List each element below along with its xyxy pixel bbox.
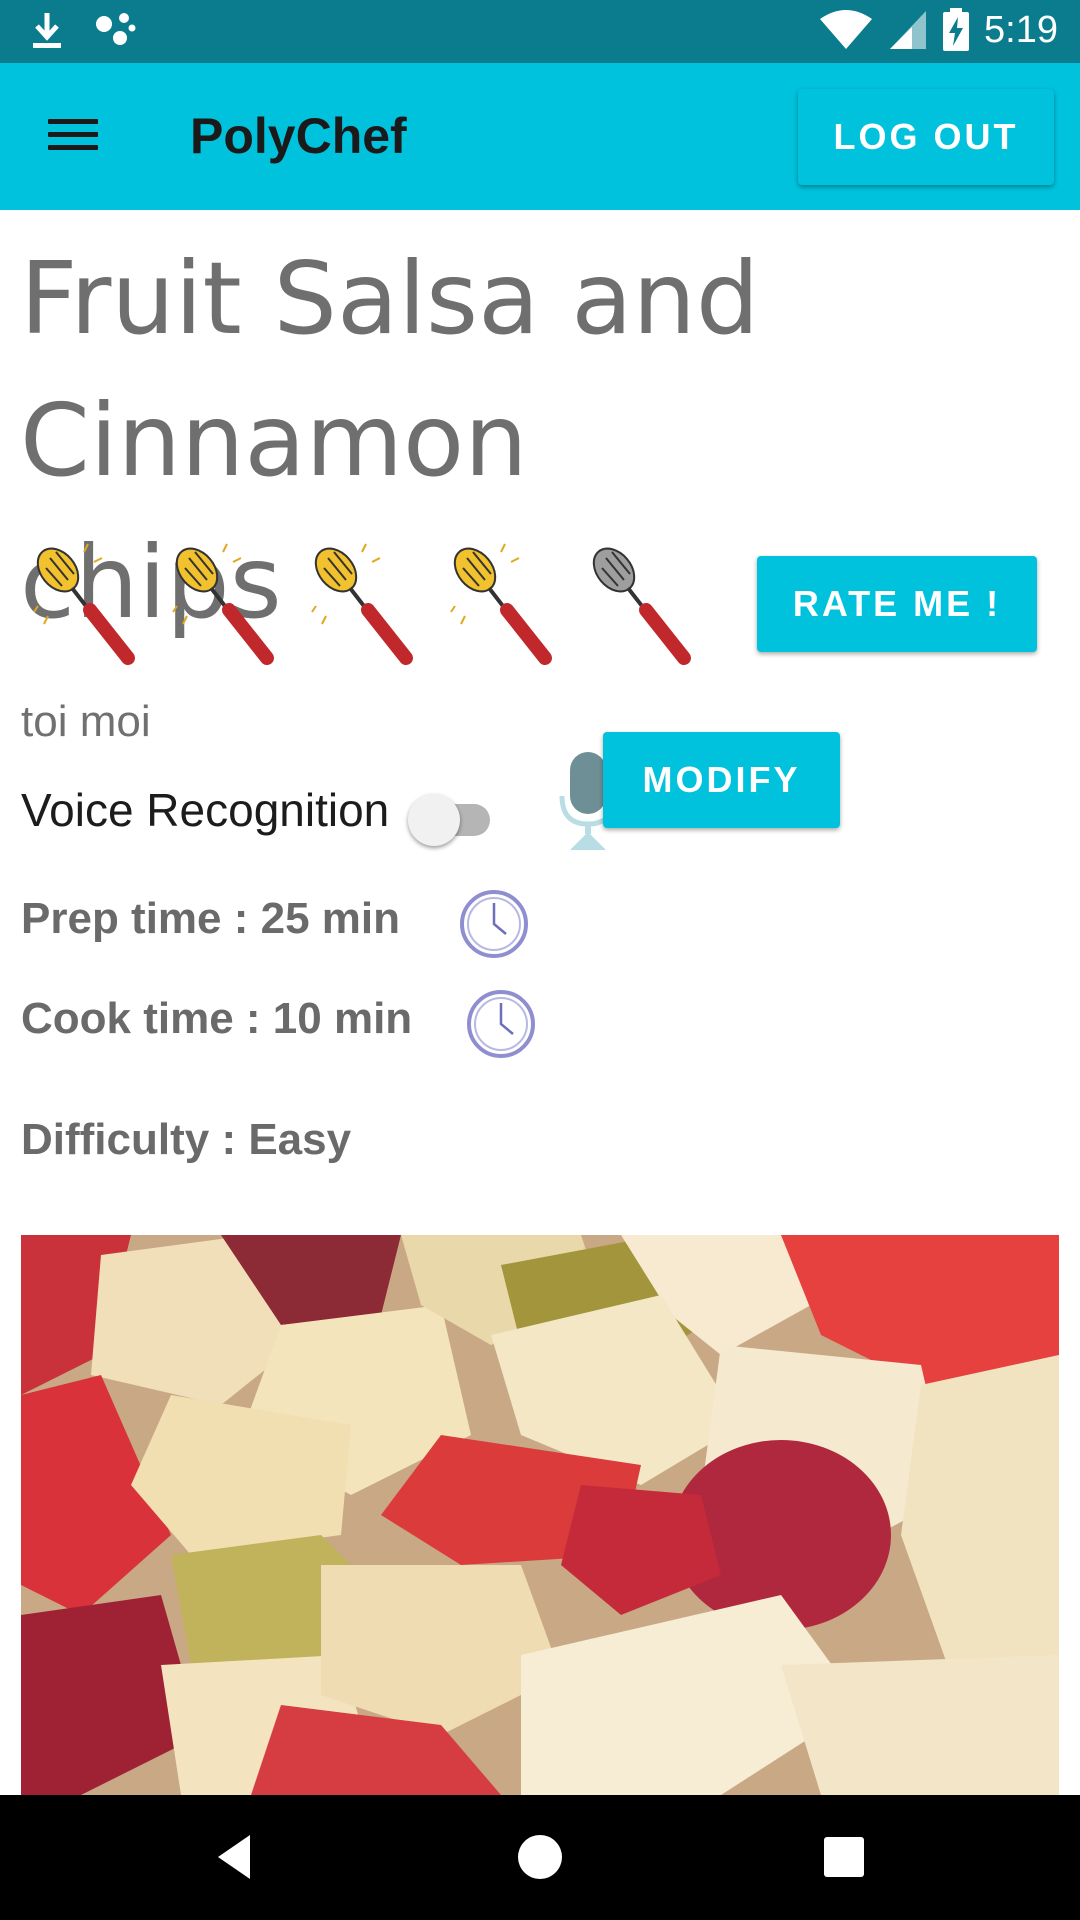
clock-icon bbox=[467, 990, 535, 1058]
voice-recognition-toggle[interactable] bbox=[408, 787, 492, 847]
cook-time: Cook time : 10 min bbox=[21, 994, 413, 1043]
fruit-salsa-photo bbox=[21, 1235, 1059, 1795]
back-icon[interactable] bbox=[204, 1825, 268, 1889]
modify-button[interactable]: MODIFY bbox=[603, 732, 840, 828]
recipe-author: toi moi bbox=[21, 697, 151, 746]
app-bar: PolyChef LOG OUT bbox=[0, 63, 1080, 210]
download-icon bbox=[33, 13, 61, 48]
app-title: PolyChef bbox=[190, 108, 407, 164]
assistant-icon bbox=[96, 13, 136, 45]
whisk-rating-icon-filled[interactable] bbox=[167, 540, 287, 665]
logout-button[interactable]: LOG OUT bbox=[798, 89, 1054, 185]
difficulty: Difficulty : Easy bbox=[21, 1115, 352, 1164]
whisk-rating-icon-filled[interactable] bbox=[306, 540, 426, 665]
status-bar: 5:19 bbox=[0, 0, 1080, 63]
whisk-rating-icon-filled[interactable] bbox=[28, 540, 148, 665]
clock-icon bbox=[460, 890, 528, 958]
recipe-title-line1: Fruit Salsa and bbox=[20, 240, 760, 357]
status-time: 5:19 bbox=[984, 8, 1058, 51]
signal-icon bbox=[890, 11, 927, 49]
recents-icon[interactable] bbox=[812, 1825, 876, 1889]
home-icon[interactable] bbox=[508, 1825, 572, 1889]
menu-icon[interactable] bbox=[40, 111, 104, 161]
whisk-rating-icon-empty[interactable] bbox=[584, 540, 704, 665]
battery-charging-icon bbox=[943, 8, 970, 51]
prep-time: Prep time : 25 min bbox=[21, 894, 401, 943]
whisk-rating-icon-filled[interactable] bbox=[445, 540, 565, 665]
rate-me-button[interactable]: RATE ME ! bbox=[757, 556, 1037, 652]
voice-recognition-label: Voice Recognition bbox=[21, 784, 390, 836]
navigation-bar bbox=[0, 1795, 1080, 1920]
wifi-icon bbox=[820, 10, 873, 49]
